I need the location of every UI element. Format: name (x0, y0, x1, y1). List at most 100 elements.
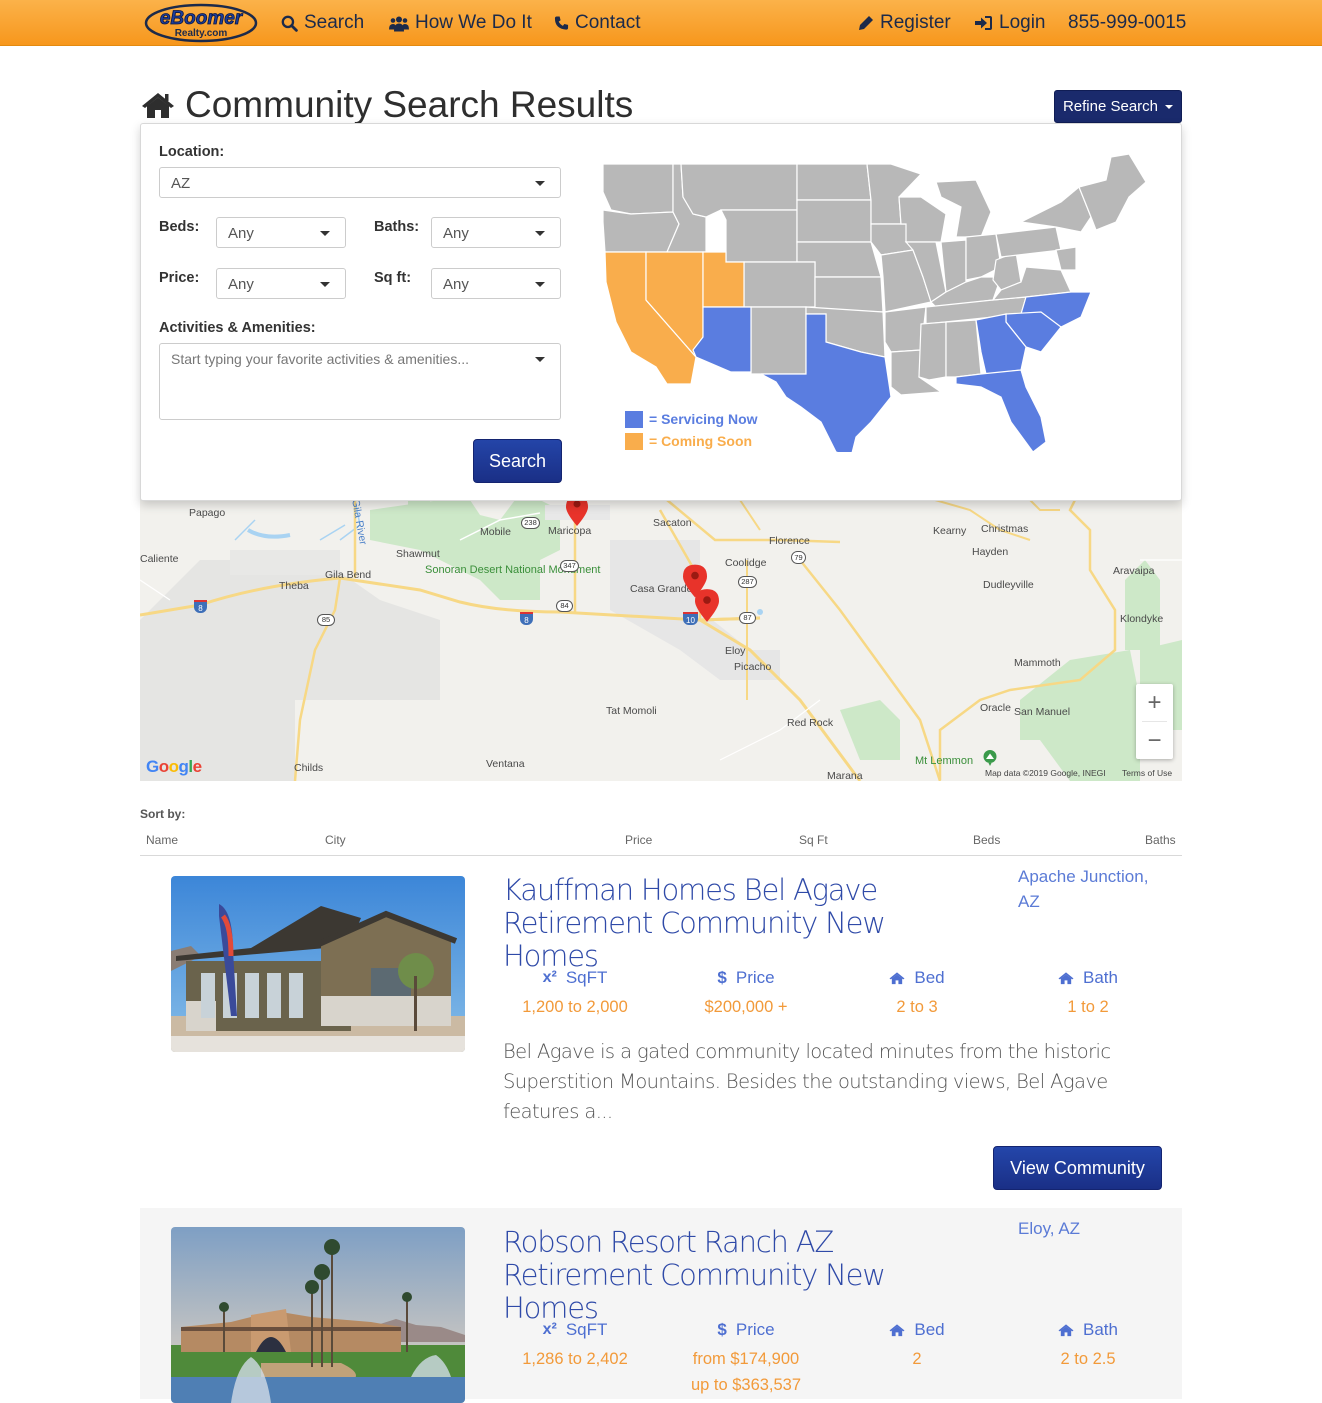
route-shield: 79 (791, 551, 806, 564)
map-label: Hayden (972, 546, 1009, 558)
state-md-de-nj (1055, 246, 1077, 271)
nav-search[interactable]: Search (281, 12, 364, 34)
map-label: Sacaton (653, 517, 692, 529)
sort-baths[interactable]: Baths (1145, 833, 1176, 847)
sort-city[interactable]: City (325, 833, 346, 847)
nav-how-we-do-it[interactable]: How We Do It (389, 12, 532, 34)
listing-photo[interactable] (171, 876, 465, 1052)
stat-bed: Bed 2 to 3 (832, 966, 1002, 1020)
route-shield: 238 (521, 517, 540, 529)
state-wy (720, 209, 798, 263)
state-al (945, 319, 982, 378)
stat-sqft: x² SqFT 1,200 to 2,000 (490, 966, 660, 1020)
home-icon (889, 972, 905, 985)
map-label: Mammoth (1014, 657, 1061, 669)
stat-price-value-max: up to $363,537 (690, 1376, 802, 1394)
state-or (602, 209, 680, 253)
refine-search-label: Refine Search (1062, 98, 1159, 115)
route-shield: 87 (739, 612, 756, 624)
map-legend: = Servicing Now = Coming Soon (625, 408, 758, 452)
beds-value: Any (228, 225, 254, 242)
view-community-button[interactable]: View Community (993, 1146, 1162, 1190)
map-label: Papago (189, 507, 226, 519)
users-icon (389, 16, 409, 31)
stat-bath-value: 1 to 2 (1067, 998, 1109, 1016)
eboomer-logo[interactable]: eBoomer Realty.com (144, 3, 258, 43)
sort-name[interactable]: Name (146, 833, 178, 847)
nav-contact[interactable]: Contact (554, 12, 640, 34)
sort-price[interactable]: Price (625, 833, 652, 847)
stat-price-value: from $174,900 (692, 1350, 800, 1368)
state-co (743, 261, 816, 308)
location-value: AZ (171, 175, 191, 192)
svg-text:Realty.com: Realty.com (175, 28, 228, 39)
state-wi (898, 196, 947, 243)
stat-bath-value: 2 to 2.5 (1060, 1350, 1116, 1368)
state-nm (750, 306, 807, 375)
sort-beds[interactable]: Beds (973, 833, 1000, 847)
route-shield: 287 (738, 576, 757, 588)
page-title-text: Community Search Results (185, 84, 634, 125)
route-shield: 10 (683, 612, 698, 625)
map-label: Coolidge (725, 557, 767, 569)
listing-title[interactable]: Kauffman Homes Bel Agave Retirement Comm… (503, 874, 983, 973)
nav-how-label: How We Do It (415, 12, 532, 33)
nav-login[interactable]: Login (975, 12, 1046, 34)
map-label: Kearny (933, 525, 967, 537)
state-mt (680, 163, 798, 218)
route-shield: 8 (194, 600, 207, 613)
caret-down-icon (535, 357, 545, 362)
legend-label: = Coming Soon (649, 433, 753, 449)
us-coverage-map[interactable] (601, 152, 1161, 452)
stat-bath-label: Bath (1083, 968, 1118, 987)
phone-number: 855-999-0015 (1068, 12, 1187, 33)
zoom-in-button[interactable]: + (1136, 684, 1173, 721)
sort-sqft[interactable]: Sq Ft (799, 833, 828, 847)
svg-text:eBoomer: eBoomer (160, 8, 244, 29)
baths-select[interactable]: Any (431, 217, 561, 248)
listing-card: Robson Resort Ranch AZ Retirement Commun… (140, 1208, 1182, 1403)
refine-search-button[interactable]: Refine Search (1054, 90, 1182, 123)
map-label: Florence (769, 535, 810, 547)
map-terms-link[interactable]: Terms of Use (1122, 768, 1172, 778)
nav-login-label: Login (999, 12, 1046, 33)
location-select[interactable]: AZ (159, 167, 561, 198)
nav-phone-number[interactable]: 855-999-0015 (1068, 12, 1186, 34)
map-label: Marana (827, 770, 863, 781)
map-attribution: Map data ©2019 Google, INEGI (985, 768, 1106, 778)
state-ny (1019, 186, 1092, 233)
nav-register[interactable]: Register (858, 12, 951, 34)
search-button[interactable]: Search (473, 439, 562, 483)
legend-label: = Servicing Now (649, 411, 758, 427)
price-label: Price: (159, 270, 200, 286)
price-value: Any (228, 276, 254, 293)
nav-search-label: Search (304, 12, 365, 33)
sqft-label: Sq ft: (374, 270, 412, 286)
price-select[interactable]: Any (216, 268, 346, 299)
state-fl (955, 369, 1047, 452)
map-marker-icon[interactable] (695, 587, 719, 624)
stat-bath-label: Bath (1083, 1320, 1118, 1339)
amenities-label: Activities & Amenities: (159, 320, 316, 336)
stat-bed-value: 2 (912, 1350, 922, 1368)
state-ks (814, 276, 884, 313)
beds-select[interactable]: Any (216, 217, 346, 248)
map-label: Caliente (140, 553, 179, 565)
phone-icon (554, 16, 569, 30)
map-label: Oracle (980, 702, 1011, 714)
google-logo[interactable]: Google (146, 757, 202, 777)
listing-photo[interactable] (171, 1227, 465, 1403)
listing-title[interactable]: Robson Resort Ranch AZ Retirement Commun… (503, 1226, 983, 1325)
sqft-select[interactable]: Any (431, 268, 561, 299)
baths-value: Any (443, 225, 469, 242)
amenities-input[interactable]: Start typing your favorite activities & … (159, 343, 561, 420)
stat-price-label: Price (735, 1320, 775, 1339)
zoom-out-button[interactable]: − (1136, 722, 1173, 759)
map-label: Picacho (734, 661, 772, 673)
stat-price: $ Price from $174,900 up to $363,537 (661, 1318, 831, 1398)
state-pa (995, 226, 1062, 258)
pencil-icon (859, 16, 873, 30)
home-icon (1058, 1324, 1074, 1337)
state-mi (935, 179, 992, 238)
listing-city: Eloy, AZ (1018, 1219, 1081, 1238)
